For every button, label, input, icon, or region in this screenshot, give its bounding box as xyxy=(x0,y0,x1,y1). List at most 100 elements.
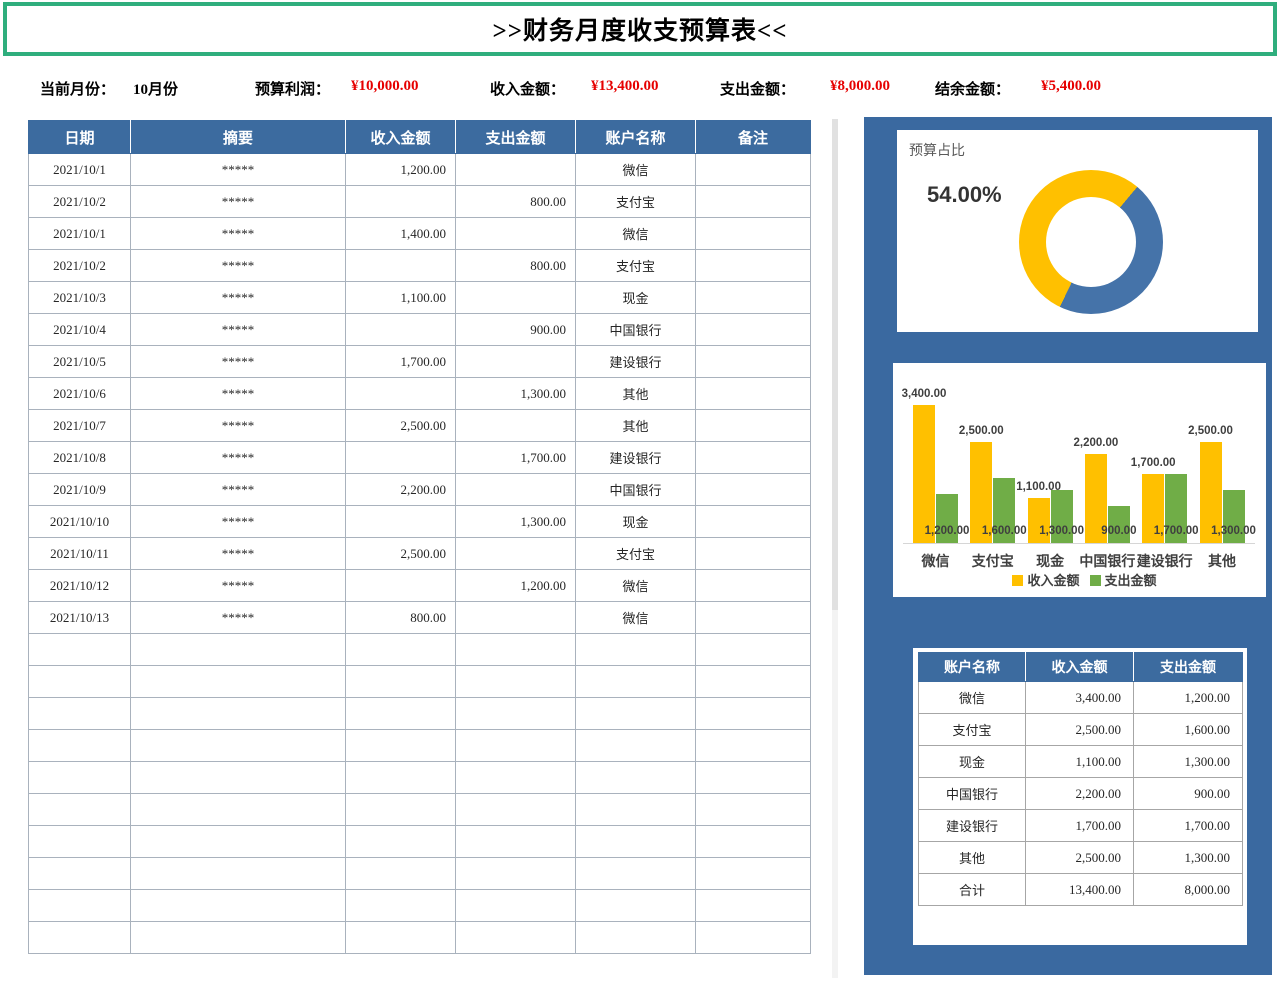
ledger-cell[interactable] xyxy=(131,890,346,922)
ledger-cell[interactable]: 800.00 xyxy=(456,250,576,282)
ledger-cell[interactable] xyxy=(696,250,811,282)
ledger-cell[interactable] xyxy=(29,666,131,698)
ledger-cell[interactable]: 微信 xyxy=(576,218,696,250)
account-cell[interactable]: 中国银行 xyxy=(919,778,1026,810)
ledger-cell[interactable]: 1,700.00 xyxy=(346,346,456,378)
ledger-cell[interactable]: ***** xyxy=(131,218,346,250)
ledger-col-header-4[interactable]: 账户名称 xyxy=(576,121,696,154)
ledger-cell[interactable]: 2021/10/13 xyxy=(29,602,131,634)
ledger-cell[interactable]: 2,200.00 xyxy=(346,474,456,506)
account-cell[interactable]: 1,300.00 xyxy=(1134,842,1243,874)
ledger-cell[interactable]: 2021/10/5 xyxy=(29,346,131,378)
account-cell[interactable]: 建设银行 xyxy=(919,810,1026,842)
ledger-col-header-2[interactable]: 收入金额 xyxy=(346,121,456,154)
ledger-cell[interactable]: 其他 xyxy=(576,378,696,410)
ledger-cell[interactable] xyxy=(576,634,696,666)
ledger-cell[interactable]: ***** xyxy=(131,570,346,602)
ledger-cell[interactable] xyxy=(346,858,456,890)
ledger-cell[interactable] xyxy=(131,666,346,698)
ledger-cell[interactable]: ***** xyxy=(131,186,346,218)
ledger-cell[interactable] xyxy=(456,826,576,858)
scrollbar-thumb[interactable] xyxy=(832,119,838,610)
ledger-cell[interactable] xyxy=(456,698,576,730)
ledger-cell[interactable] xyxy=(696,666,811,698)
account-cell[interactable]: 现金 xyxy=(919,746,1026,778)
ledger-cell[interactable] xyxy=(131,858,346,890)
account-cell[interactable]: 2,500.00 xyxy=(1026,714,1134,746)
ledger-cell[interactable] xyxy=(456,154,576,186)
ledger-cell[interactable] xyxy=(696,154,811,186)
ledger-cell[interactable] xyxy=(696,762,811,794)
ledger-cell[interactable]: 2021/10/2 xyxy=(29,186,131,218)
account-cell[interactable]: 1,700.00 xyxy=(1134,810,1243,842)
ledger-cell[interactable]: 1,100.00 xyxy=(346,282,456,314)
account-cell[interactable]: 支付宝 xyxy=(919,714,1026,746)
ledger-cell[interactable] xyxy=(346,250,456,282)
account-col-header-1[interactable]: 收入金额 xyxy=(1026,653,1134,682)
ledger-cell[interactable] xyxy=(346,378,456,410)
ledger-cell[interactable] xyxy=(696,858,811,890)
ledger-cell[interactable] xyxy=(346,762,456,794)
ledger-cell[interactable]: 1,300.00 xyxy=(456,378,576,410)
ledger-cell[interactable] xyxy=(346,634,456,666)
ledger-cell[interactable]: 1,400.00 xyxy=(346,218,456,250)
ledger-cell[interactable] xyxy=(29,794,131,826)
ledger-cell[interactable]: ***** xyxy=(131,314,346,346)
ledger-cell[interactable]: ***** xyxy=(131,506,346,538)
ledger-cell[interactable] xyxy=(456,666,576,698)
ledger-cell[interactable] xyxy=(576,666,696,698)
ledger-cell[interactable] xyxy=(576,730,696,762)
account-col-header-2[interactable]: 支出金额 xyxy=(1134,653,1243,682)
ledger-cell[interactable]: 2021/10/8 xyxy=(29,442,131,474)
ledger-cell[interactable]: 支付宝 xyxy=(576,186,696,218)
ledger-cell[interactable]: 1,200.00 xyxy=(456,570,576,602)
ledger-cell[interactable] xyxy=(696,698,811,730)
ledger-cell[interactable] xyxy=(696,474,811,506)
ledger-cell[interactable]: 微信 xyxy=(576,602,696,634)
ledger-cell[interactable]: 1,200.00 xyxy=(346,154,456,186)
ledger-cell[interactable]: 2021/10/2 xyxy=(29,250,131,282)
ledger-col-header-5[interactable]: 备注 xyxy=(696,121,811,154)
ledger-cell[interactable] xyxy=(696,282,811,314)
ledger-cell[interactable]: ***** xyxy=(131,346,346,378)
ledger-cell[interactable] xyxy=(576,922,696,954)
ledger-cell[interactable] xyxy=(696,602,811,634)
account-cell[interactable]: 微信 xyxy=(919,682,1026,714)
ledger-cell[interactable] xyxy=(576,858,696,890)
ledger-cell[interactable]: ***** xyxy=(131,410,346,442)
ledger-cell[interactable] xyxy=(346,794,456,826)
ledger-cell[interactable]: 2021/10/3 xyxy=(29,282,131,314)
ledger-cell[interactable] xyxy=(696,826,811,858)
ledger-cell[interactable]: 2021/10/6 xyxy=(29,378,131,410)
ledger-cell[interactable] xyxy=(131,730,346,762)
ledger-cell[interactable] xyxy=(456,858,576,890)
ledger-cell[interactable] xyxy=(456,474,576,506)
ledger-cell[interactable]: ***** xyxy=(131,282,346,314)
ledger-cell[interactable] xyxy=(346,314,456,346)
ledger-cell[interactable]: 支付宝 xyxy=(576,538,696,570)
ledger-cell[interactable]: 1,700.00 xyxy=(456,442,576,474)
ledger-cell[interactable]: 2,500.00 xyxy=(346,538,456,570)
ledger-cell[interactable]: 中国银行 xyxy=(576,474,696,506)
ledger-cell[interactable] xyxy=(696,378,811,410)
ledger-col-header-0[interactable]: 日期 xyxy=(29,121,131,154)
ledger-cell[interactable] xyxy=(456,282,576,314)
ledger-cell[interactable] xyxy=(131,794,346,826)
ledger-cell[interactable] xyxy=(456,634,576,666)
ledger-cell[interactable] xyxy=(29,698,131,730)
vertical-scrollbar[interactable] xyxy=(832,119,838,978)
account-cell[interactable]: 1,200.00 xyxy=(1134,682,1243,714)
ledger-cell[interactable]: 2021/10/4 xyxy=(29,314,131,346)
ledger-cell[interactable] xyxy=(696,570,811,602)
ledger-cell[interactable]: ***** xyxy=(131,474,346,506)
ledger-cell[interactable] xyxy=(131,922,346,954)
ledger-cell[interactable]: 900.00 xyxy=(456,314,576,346)
ledger-cell[interactable] xyxy=(456,538,576,570)
ledger-cell[interactable]: 现金 xyxy=(576,282,696,314)
ledger-cell[interactable] xyxy=(456,762,576,794)
ledger-cell[interactable]: 现金 xyxy=(576,506,696,538)
ledger-cell[interactable] xyxy=(456,922,576,954)
ledger-cell[interactable] xyxy=(29,634,131,666)
ledger-cell[interactable] xyxy=(576,794,696,826)
ledger-cell[interactable] xyxy=(346,922,456,954)
